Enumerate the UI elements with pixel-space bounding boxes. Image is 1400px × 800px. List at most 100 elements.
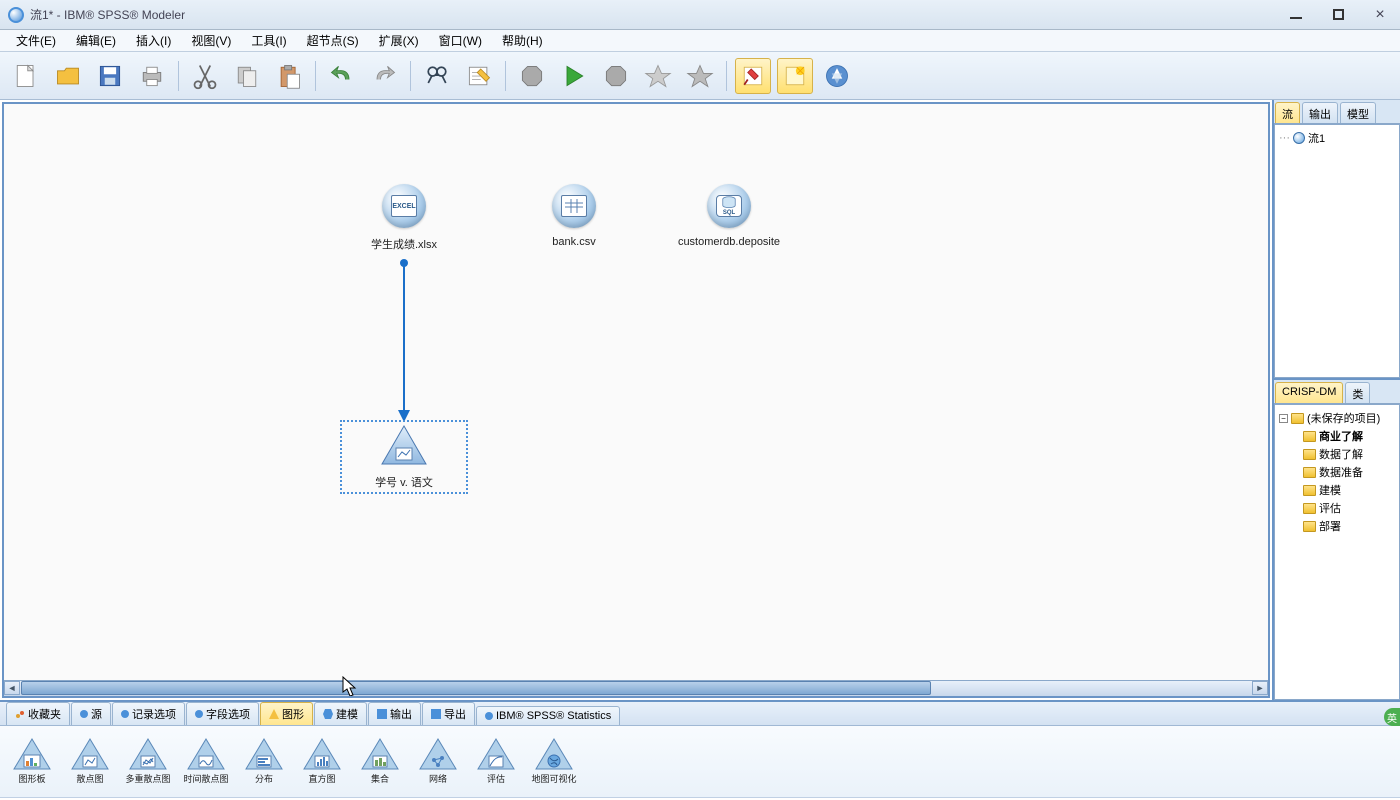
tree-root[interactable]: − (未保存的项目): [1279, 409, 1395, 427]
tree-label: 部署: [1319, 518, 1341, 534]
tree-label: 数据了解: [1319, 446, 1363, 462]
pin-button[interactable]: [735, 58, 771, 94]
palette-item-distribution[interactable]: 分布: [242, 738, 286, 785]
tab-models[interactable]: 模型: [1340, 102, 1376, 123]
new-annotation-button[interactable]: [777, 58, 813, 94]
scroll-thumb[interactable]: [21, 681, 931, 695]
minimize-button[interactable]: [1284, 6, 1308, 24]
tree-item-data-prep[interactable]: 数据准备: [1279, 463, 1395, 481]
pal-tab-favorites[interactable]: 收藏夹: [6, 702, 70, 725]
tab-crispdm[interactable]: CRISP-DM: [1275, 382, 1343, 403]
menu-help[interactable]: 帮助(H): [492, 30, 553, 51]
pal-tab-modeling[interactable]: 建模: [314, 702, 367, 725]
tree-item-modeling[interactable]: 建模: [1279, 481, 1395, 499]
stop-button[interactable]: [514, 58, 550, 94]
ime-language-badge[interactable]: 英: [1384, 708, 1400, 726]
palette-item-label: 时间散点图: [184, 772, 229, 785]
maximize-button[interactable]: [1326, 6, 1350, 24]
palette-body: 图形板 散点图 多重散点图 时间散点图 分布 直方图 集合 网络 评估 地图可视…: [0, 726, 1400, 798]
stream-tree-label: 流1: [1308, 130, 1325, 146]
copy-button[interactable]: [229, 58, 265, 94]
undo-button[interactable]: [324, 58, 360, 94]
node-csv-source[interactable]: bank.csv: [514, 184, 634, 248]
node-plot[interactable]: 学号 v. 语文: [344, 424, 464, 490]
pal-tab-graphs[interactable]: 图形: [260, 702, 313, 725]
canvas-h-scrollbar[interactable]: ◄ ►: [4, 680, 1268, 696]
paste-button[interactable]: [271, 58, 307, 94]
palette-item-multiplot[interactable]: 多重散点图: [126, 738, 170, 785]
tree-item-business[interactable]: 商业了解: [1279, 427, 1395, 445]
redo-button[interactable]: [366, 58, 402, 94]
palette-item-graphboard[interactable]: 图形板: [10, 738, 54, 785]
pal-tab-export[interactable]: 导出: [422, 702, 475, 725]
menu-file[interactable]: 文件(E): [6, 30, 66, 51]
palette-item-timeplot[interactable]: 时间散点图: [184, 738, 228, 785]
favorite-button[interactable]: [682, 58, 718, 94]
menu-supernode[interactable]: 超节点(S): [297, 30, 369, 51]
tree-item-evaluation[interactable]: 评估: [1279, 499, 1395, 517]
menu-insert[interactable]: 插入(I): [126, 30, 181, 51]
palette-item-web[interactable]: 网络: [416, 738, 460, 785]
pal-tab-field-ops[interactable]: 字段选项: [186, 702, 259, 725]
node-label: customerdb.deposite: [678, 236, 780, 248]
streams-panel[interactable]: ··· 流1: [1274, 124, 1400, 378]
find-button[interactable]: [419, 58, 455, 94]
plot-icon: [380, 424, 428, 466]
open-button[interactable]: [50, 58, 86, 94]
palette-item-label: 直方图: [308, 772, 335, 785]
tab-classes[interactable]: 类: [1345, 382, 1370, 403]
node-database-source[interactable]: SQL customerdb.deposite: [669, 184, 789, 248]
node-excel-source[interactable]: EXCEL 学生成绩.xlsx: [344, 184, 464, 252]
excel-icon: EXCEL: [382, 184, 426, 228]
palette-item-label: 地图可视化: [532, 772, 577, 785]
run-selection-button[interactable]: [598, 58, 634, 94]
tree-item-data-understanding[interactable]: 数据了解: [1279, 445, 1395, 463]
favorite-add-button[interactable]: [640, 58, 676, 94]
palette-item-label: 集合: [371, 772, 389, 785]
palette-item-mapviz[interactable]: 地图可视化: [532, 738, 576, 785]
new-stream-button[interactable]: [8, 58, 44, 94]
tree-label: (未保存的项目): [1307, 410, 1380, 426]
pal-tab-record-ops[interactable]: 记录选项: [112, 702, 185, 725]
tree-item-deployment[interactable]: 部署: [1279, 517, 1395, 535]
palette-tabs: 收藏夹 源 记录选项 字段选项 图形 建模 输出 导出 IBM® SPSS® S…: [0, 700, 1400, 726]
connection-line[interactable]: [403, 264, 405, 412]
pal-tab-sources[interactable]: 源: [71, 702, 111, 725]
stream-tree-item[interactable]: ··· 流1: [1279, 129, 1395, 147]
save-button[interactable]: [92, 58, 128, 94]
palette-item-label: 多重散点图: [126, 772, 171, 785]
run-button[interactable]: [556, 58, 592, 94]
window-title: 流1* - IBM® SPSS® Modeler: [30, 6, 1284, 23]
tree-label: 数据准备: [1319, 464, 1363, 480]
palette-item-plot[interactable]: 散点图: [68, 738, 112, 785]
tree-collapse-icon[interactable]: −: [1279, 414, 1288, 423]
crispdm-panel[interactable]: − (未保存的项目) 商业了解 数据了解 数据准备 建模 评估 部署: [1274, 404, 1400, 700]
palette-item-evaluation[interactable]: 评估: [474, 738, 518, 785]
node-label: bank.csv: [552, 236, 595, 248]
folder-icon: [1303, 467, 1316, 478]
scroll-right-button[interactable]: ►: [1252, 681, 1268, 695]
close-button[interactable]: ×: [1368, 6, 1392, 24]
node-label: 学生成绩.xlsx: [371, 236, 437, 252]
stream-canvas[interactable]: EXCEL 学生成绩.xlsx 学号 v. 语文 bank.csv: [2, 102, 1270, 698]
scroll-left-button[interactable]: ◄: [4, 681, 20, 695]
pal-tab-output[interactable]: 输出: [368, 702, 421, 725]
zoom-button[interactable]: [819, 58, 855, 94]
tab-outputs[interactable]: 输出: [1302, 102, 1338, 123]
tree-label: 评估: [1319, 500, 1341, 516]
print-button[interactable]: [134, 58, 170, 94]
menu-extensions[interactable]: 扩展(X): [369, 30, 429, 51]
menu-tools[interactable]: 工具(I): [241, 30, 296, 51]
edit-properties-button[interactable]: [461, 58, 497, 94]
tree-label: 商业了解: [1319, 428, 1363, 444]
menu-edit[interactable]: 编辑(E): [66, 30, 126, 51]
cut-button[interactable]: [187, 58, 223, 94]
menu-window[interactable]: 窗口(W): [429, 30, 492, 51]
menu-view[interactable]: 视图(V): [181, 30, 241, 51]
palette-item-histogram[interactable]: 直方图: [300, 738, 344, 785]
pal-tab-statistics[interactable]: IBM® SPSS® Statistics: [476, 706, 620, 725]
palette-item-label: 评估: [487, 772, 505, 785]
palette-item-collection[interactable]: 集合: [358, 738, 402, 785]
tab-streams[interactable]: 流: [1275, 102, 1300, 123]
palette-item-label: 分布: [255, 772, 273, 785]
